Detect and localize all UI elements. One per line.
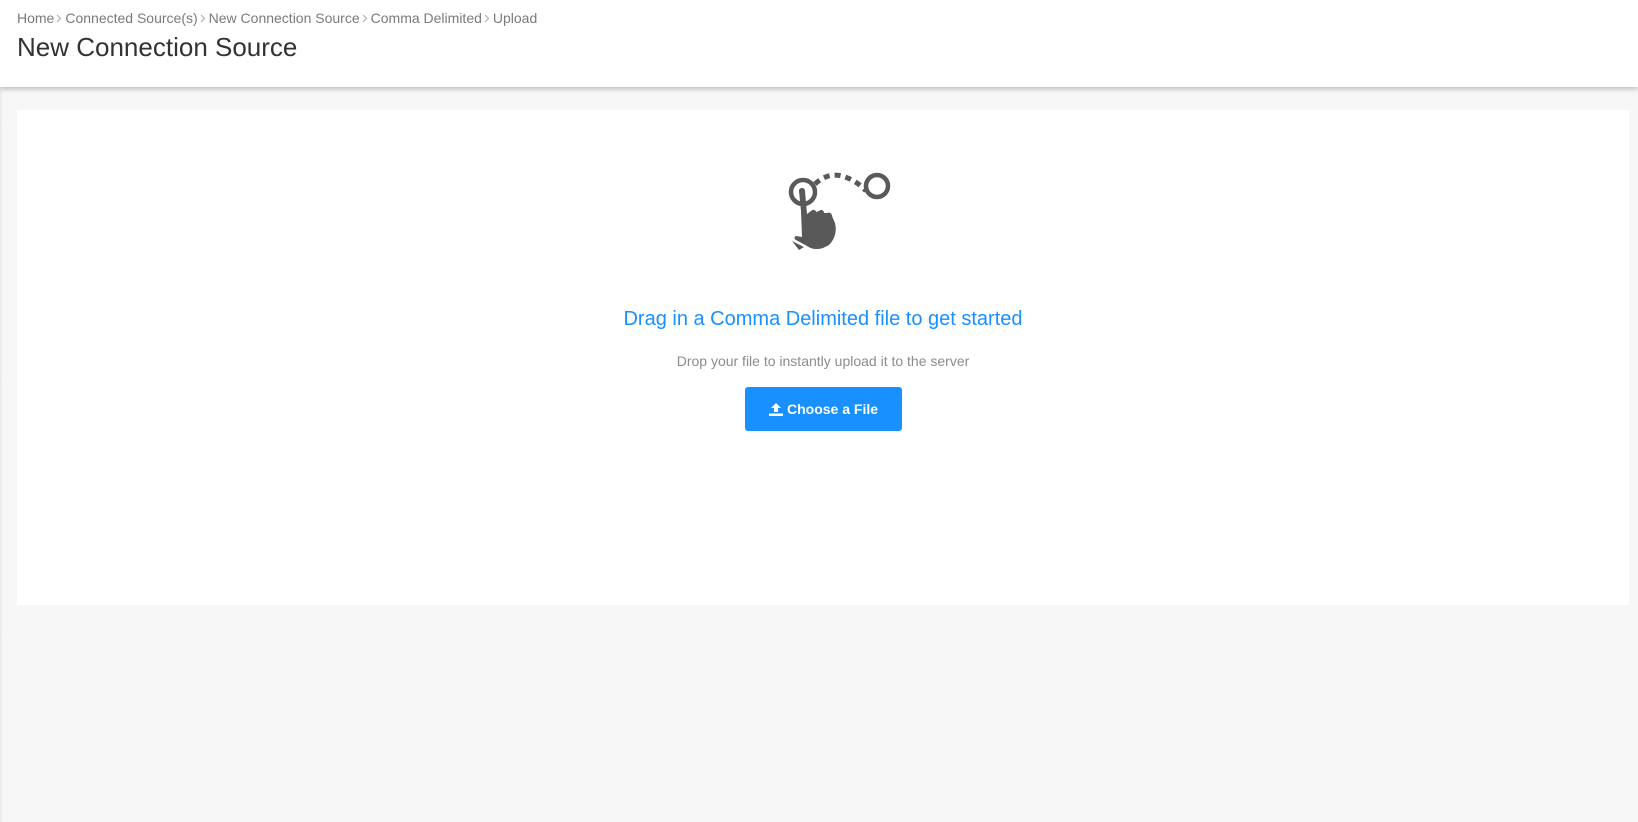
breadcrumb-home[interactable]: Home [17,10,54,26]
breadcrumb: Home Connected Source(s) New Connection … [17,10,537,26]
chevron-right-icon [54,12,65,24]
chevron-right-icon [198,12,209,24]
choose-file-button[interactable]: Choose a File [745,387,902,431]
breadcrumb-upload: Upload [492,10,538,26]
page-title: New Connection Source [17,32,298,62]
choose-file-label: Choose a File [786,401,879,417]
chevron-right-icon [360,12,371,24]
breadcrumb-connected-sources[interactable]: Connected Source(s) [65,10,197,26]
breadcrumb-comma-delimited[interactable]: Comma Delimited [371,10,482,26]
dropzone-subtitle: Drop your file to instantly upload it to… [676,353,970,369]
page-header: Home Connected Source(s) New Connection … [0,0,1638,87]
chevron-right-icon [482,12,493,24]
breadcrumb-new-connection-source[interactable]: New Connection Source [209,10,360,26]
upload-dropzone[interactable]: Drag in a Comma Delimited file to get st… [17,110,1629,605]
upload-icon [768,402,783,416]
drag-gesture-icon [769,169,899,259]
left-edge-shadow [0,87,3,822]
dropzone-title: Drag in a Comma Delimited file to get st… [623,308,1023,330]
